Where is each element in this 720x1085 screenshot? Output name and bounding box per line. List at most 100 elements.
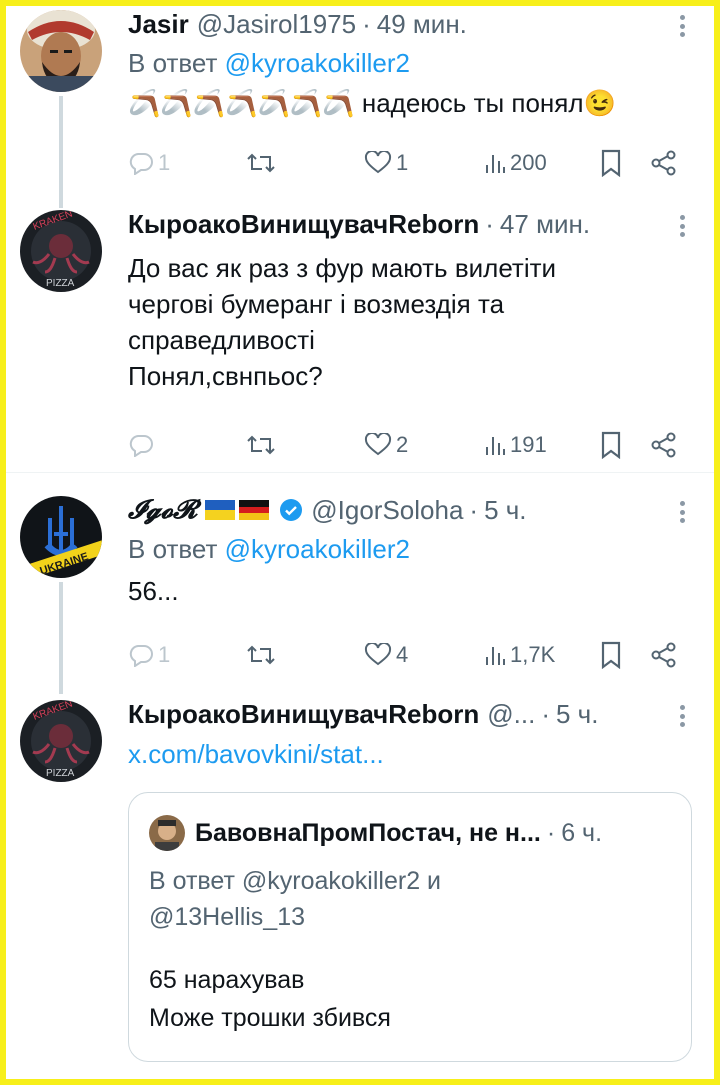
retweet-button[interactable] [246, 428, 276, 462]
author-name[interactable]: 𝓘𝓰𝓸𝓡 [128, 495, 197, 526]
share-button[interactable] [650, 638, 678, 672]
thread-divider [6, 472, 714, 473]
reply-button[interactable]: 1 [128, 146, 170, 180]
verified-badge-icon [280, 499, 303, 521]
bookmark-icon [601, 641, 621, 669]
author-name[interactable]: Jasir [128, 9, 189, 40]
author-name[interactable]: КыроакоВинищувачReborn [128, 209, 479, 240]
retweet-icon [247, 153, 275, 173]
reply-mention[interactable]: @kyroakokiller2 [225, 534, 410, 564]
tweet-3[interactable]: UKRAINE 𝓘𝓰𝓸𝓡 @IgorSoloha · 5 ч. В ответ … [6, 492, 714, 694]
like-count: 2 [396, 432, 409, 457]
more-icon[interactable] [670, 498, 694, 526]
tweet-text-line: справедливості [128, 325, 315, 355]
bookmark-button[interactable] [600, 638, 622, 672]
quoted-avatar [149, 815, 185, 851]
heart-icon [364, 151, 392, 174]
reply-icon [129, 645, 153, 667]
retweet-icon [247, 435, 275, 455]
germany-flag-icon [239, 500, 270, 520]
separator-dot: · [541, 698, 550, 729]
views-icon [486, 155, 505, 173]
heart-icon [364, 643, 392, 666]
share-icon [651, 150, 676, 176]
author-handle[interactable]: @IgorSoloha [311, 495, 463, 526]
share-icon [651, 432, 676, 458]
views-icon [486, 647, 505, 665]
tweet-text: 🪃🪃🪃🪃🪃🪃🪃 надеюсь ты понял😉 [128, 85, 694, 121]
bookmark-icon [601, 431, 621, 459]
bookmark-button[interactable] [600, 146, 622, 180]
bookmark-button[interactable] [600, 428, 622, 462]
more-icon[interactable] [670, 212, 694, 240]
views-icon [486, 437, 505, 455]
action-bar: 2 191 [128, 428, 694, 462]
timestamp[interactable]: 5 ч. [556, 699, 598, 730]
timestamp[interactable]: 5 ч. [484, 495, 526, 526]
tweet-text: x.com/bavovkini/stat... [128, 736, 694, 772]
views-count: 1,7K [510, 642, 556, 667]
more-icon[interactable] [670, 12, 694, 40]
like-button[interactable]: 2 [364, 428, 408, 462]
tweet-1[interactable]: Jasir @Jasirol1975 · 49 мин. В ответ @ky… [6, 6, 714, 208]
share-button[interactable] [650, 428, 678, 462]
quoted-tweet-text: 65 нарахував Може трошки збився [149, 961, 671, 1037]
avatar-kraken[interactable]: KRAKEN PIZZA [20, 210, 102, 292]
action-bar: 1 1 200 [128, 146, 694, 180]
separator-dot: · [469, 494, 479, 525]
reply-icon [129, 153, 153, 175]
separator-dot: · [362, 8, 371, 39]
tweet-text-line: чергові бумеранг і возмездія та [128, 289, 505, 319]
timestamp[interactable]: 47 мин. [500, 209, 590, 240]
heart-icon [364, 433, 392, 456]
retweet-icon [247, 645, 275, 665]
quoted-reply-context: В ответ @kyroakokiller2 и @13Hellis_13 [149, 863, 671, 935]
boomerang-emoji: 🪃🪃🪃🪃🪃🪃🪃 [128, 88, 355, 118]
tweet-text: До вас як раз з фур мають вилетіти черго… [128, 250, 694, 394]
tweet-thread-panel: Jasir @Jasirol1975 · 49 мин. В ответ @ky… [6, 6, 714, 1079]
quoted-tweet-card[interactable]: БавовнаПромПостач, не н... · 6 ч. В отве… [128, 792, 692, 1062]
quoted-reply-line: В ответ @kyroakokiller2 и [149, 867, 442, 895]
views-button[interactable]: 191 [484, 428, 547, 462]
separator-dot: · [485, 208, 494, 239]
retweet-button[interactable] [246, 638, 276, 672]
author-handle[interactable]: @... [487, 699, 535, 730]
retweet-button[interactable] [246, 146, 276, 180]
more-icon[interactable] [670, 702, 694, 730]
quoted-reply-line: @13Hellis_13 [149, 903, 306, 931]
reply-context: В ответ @kyroakokiller2 [128, 48, 694, 79]
timestamp[interactable]: 49 мин. [377, 9, 467, 40]
views-button[interactable]: 1,7K [484, 638, 555, 672]
tweet-text-body: надеюсь ты понял [361, 88, 584, 118]
like-button[interactable]: 4 [364, 638, 408, 672]
thread-connector [59, 96, 63, 208]
quoted-author-name: БавовнаПромПостач, не н... [195, 818, 541, 847]
reply-mention[interactable]: @kyroakokiller2 [225, 48, 410, 78]
reply-button[interactable]: 1 [128, 638, 170, 672]
share-button[interactable] [650, 146, 678, 180]
quoted-text-line: Може трошки збився [149, 1004, 391, 1032]
reply-icon [129, 435, 153, 457]
reply-count: 1 [158, 642, 171, 667]
action-bar: 1 4 1,7K [128, 638, 694, 672]
bookmark-icon [601, 149, 621, 177]
svg-text:PIZZA: PIZZA [46, 768, 75, 779]
tweet-2[interactable]: KRAKEN PIZZA КыроакоВинищувачReborn · 47… [6, 206, 714, 472]
reply-button[interactable] [128, 428, 154, 462]
like-button[interactable]: 1 [364, 146, 408, 180]
ukraine-flag-icon [205, 500, 236, 520]
views-button[interactable]: 200 [484, 146, 547, 180]
tweet-text-line: Понял,свнпьос? [128, 361, 323, 391]
author-name[interactable]: КыроакоВинищувачReborn [128, 699, 479, 730]
tweet-link[interactable]: x.com/bavovkini/stat... [128, 739, 384, 769]
author-handle[interactable]: @Jasirol1975 [197, 9, 356, 40]
avatar-igor[interactable]: UKRAINE [20, 496, 102, 578]
quoted-tweet-header: БавовнаПромПостач, не н... · 6 ч. [149, 813, 675, 853]
quoted-timestamp: 6 ч. [561, 818, 603, 847]
like-count: 4 [396, 642, 409, 667]
reply-count: 1 [158, 150, 171, 175]
like-count: 1 [396, 150, 409, 175]
avatar-kraken[interactable]: KRAKEN PIZZA [20, 700, 102, 782]
separator-dot: · [546, 818, 556, 847]
avatar-jasir[interactable] [20, 10, 102, 92]
